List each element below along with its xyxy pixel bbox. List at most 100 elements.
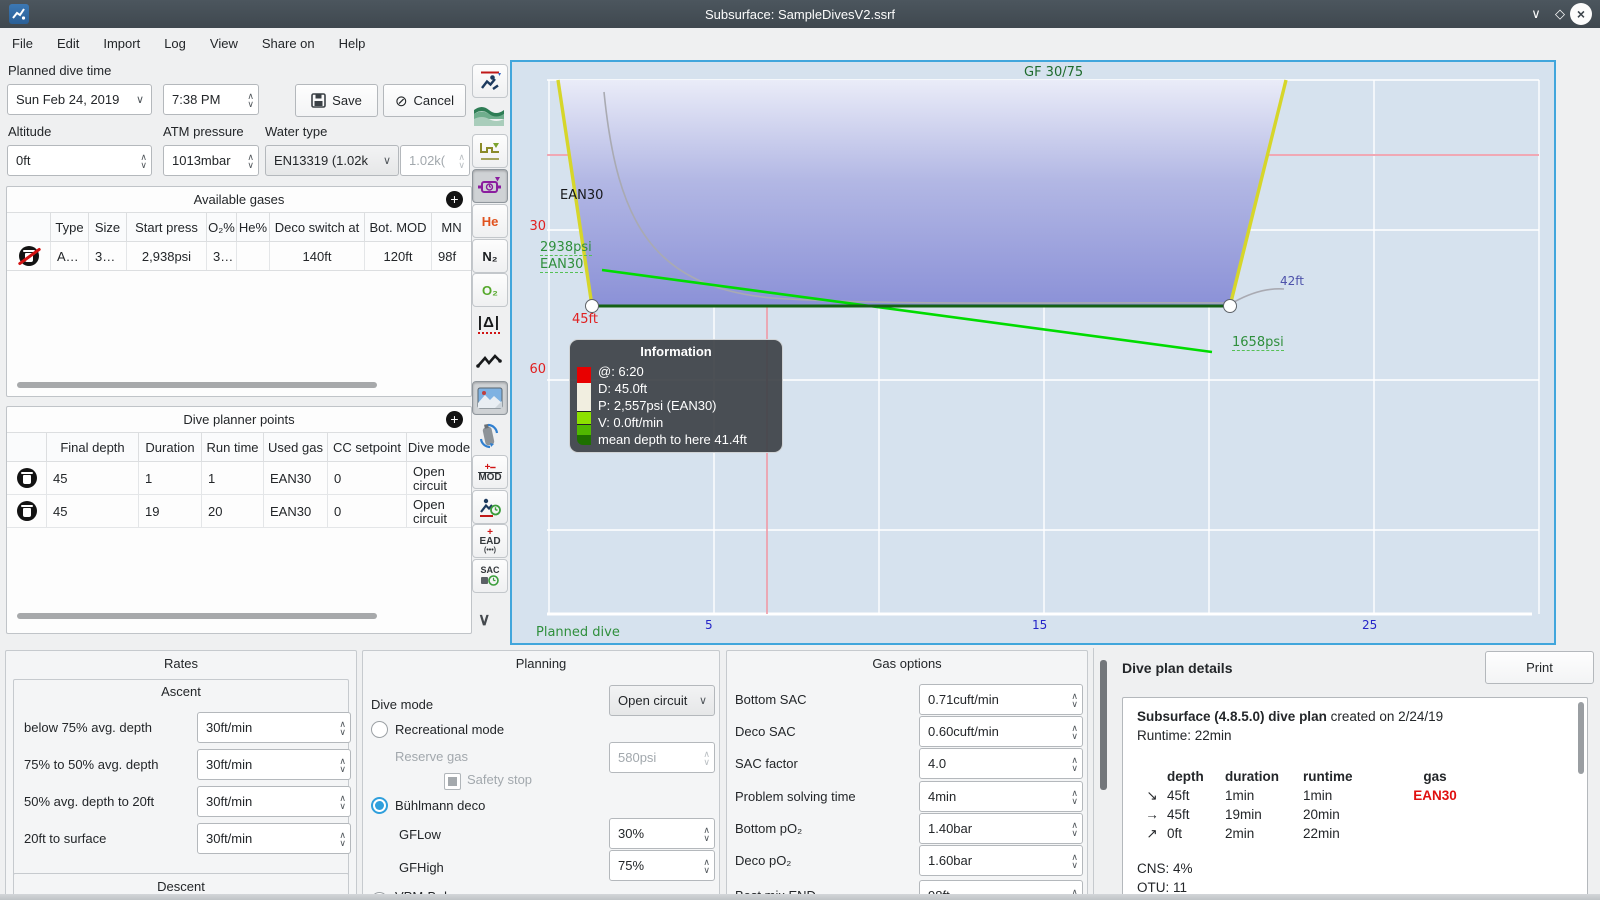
spinner-arrows-icon[interactable]: ∧∨ xyxy=(1071,783,1078,810)
toolbar-heartrate-button[interactable] xyxy=(472,346,506,378)
gases-cell-start-press[interactable]: 2,938psi xyxy=(127,242,207,270)
spinner-arrows-icon[interactable]: ∧∨ xyxy=(339,825,346,852)
dive-plan-notes[interactable]: Subsurface (4.8.5.0) dive plan created o… xyxy=(1122,697,1588,899)
points-table-row[interactable]: 45 1 1 EAN30 0 Open circuit xyxy=(7,461,471,495)
points-header-duration[interactable]: Duration xyxy=(139,433,202,461)
toolbar-setpoint-button[interactable] xyxy=(472,169,508,203)
sac-factor-spinbox[interactable]: 4.0 ∧ ∨ xyxy=(919,748,1083,779)
problem-time-spinbox[interactable]: 4min ∧ ∨ xyxy=(919,781,1083,812)
points-header-used-gas[interactable]: Used gas xyxy=(264,433,328,461)
points-header-cc-setpoint[interactable]: CC setpoint xyxy=(328,433,407,461)
points-row-delete[interactable] xyxy=(7,462,47,494)
toolbar-tts-button[interactable] xyxy=(472,490,508,524)
gases-cell-size[interactable]: 3… xyxy=(89,242,127,270)
toolbar-scroll-down-icon[interactable]: ∨ xyxy=(478,610,490,630)
gases-header-deco-switch[interactable]: Deco switch at xyxy=(270,213,365,241)
menu-import[interactable]: Import xyxy=(91,28,152,58)
rate3-spinbox[interactable]: 30ft/min ∧ ∨ xyxy=(197,786,351,817)
rate1-spinbox[interactable]: 30ft/min ∧ ∨ xyxy=(197,712,351,743)
delete-cylinder-icon[interactable] xyxy=(17,246,41,266)
points-header-run-time[interactable]: Run time xyxy=(202,433,264,461)
buhlmann-deco-radio[interactable] xyxy=(371,797,388,814)
spinner-arrows-icon[interactable]: ∧∨ xyxy=(339,751,346,778)
dive-point-handle[interactable] xyxy=(1223,299,1237,313)
dive-profile-chart[interactable]: GF 30/75 30 60 EAN30 2938psi EAN30 45ft … xyxy=(510,60,1556,645)
close-button[interactable]: × xyxy=(1570,3,1592,25)
toolbar-ead-button[interactable]: + EAD (•••) xyxy=(472,524,508,558)
menu-share-on[interactable]: Share on xyxy=(250,28,327,58)
toolbar-waves-button[interactable] xyxy=(472,99,506,131)
gases-cell-type[interactable]: A… xyxy=(51,242,89,270)
points-cell-final-depth[interactable]: 45 xyxy=(47,462,139,494)
spinner-arrows-icon[interactable]: ∧∨ xyxy=(1071,686,1078,713)
water-type-combobox[interactable]: EN13319 (1.02k ∨ xyxy=(265,145,399,176)
dive-mode-combobox[interactable]: Open circuit ∨ xyxy=(609,685,715,716)
gases-table-row[interactable]: A… 3… 2,938psi 3… 140ft 120ft 98f xyxy=(7,241,471,271)
gases-cell-he[interactable] xyxy=(237,242,270,270)
points-table-row[interactable]: 45 19 20 EAN30 0 Open circuit xyxy=(7,495,471,528)
points-cell-cc-setpoint[interactable]: 0 xyxy=(328,462,407,494)
points-cell-run-time[interactable]: 1 xyxy=(202,462,264,494)
gases-header-he[interactable]: He% xyxy=(237,213,270,241)
title-bar[interactable]: Subsurface: SampleDivesV2.ssrf ∨ ◇ × xyxy=(0,0,1600,28)
gases-header-mnd[interactable]: MN xyxy=(432,213,471,241)
spinner-arrows-icon[interactable]: ∧∨ xyxy=(1071,847,1078,874)
menu-log[interactable]: Log xyxy=(152,28,198,58)
toolbar-photos-button[interactable] xyxy=(472,381,508,415)
points-cell-dive-mode[interactable]: Open circuit xyxy=(407,495,471,528)
toolbar-gaschange-button[interactable] xyxy=(472,420,506,452)
rate4-spinbox[interactable]: 30ft/min ∧ ∨ xyxy=(197,823,351,854)
menu-help[interactable]: Help xyxy=(327,28,378,58)
cancel-button[interactable]: ⊘ Cancel xyxy=(383,84,466,117)
print-button[interactable]: Print xyxy=(1485,651,1594,684)
add-dive-point-button[interactable]: + xyxy=(446,411,463,428)
gases-row-delete[interactable] xyxy=(7,242,51,270)
gases-cell-deco-switch[interactable]: 140ft xyxy=(270,242,365,270)
toolbar-o2-button[interactable]: O₂ xyxy=(472,273,508,307)
points-header-dive-mode[interactable]: Dive mode xyxy=(407,433,471,461)
gases-cell-o2[interactable]: 3… xyxy=(207,242,237,270)
dive-point-handle[interactable] xyxy=(585,299,599,313)
spinner-arrows-icon[interactable]: ∧∨ xyxy=(339,714,346,741)
delete-point-icon[interactable] xyxy=(16,501,37,521)
spinner-arrows-icon[interactable]: ∧∨ xyxy=(1071,750,1078,777)
gases-cell-bot-mod[interactable]: 120ft xyxy=(365,242,432,270)
deco-sac-spinbox[interactable]: 0.60cuft/min ∧ ∨ xyxy=(919,716,1083,747)
recreational-mode-radio[interactable] xyxy=(371,721,388,738)
menu-edit[interactable]: Edit xyxy=(45,28,91,58)
spinner-arrows-icon[interactable]: ∧∨ xyxy=(703,820,710,847)
points-cell-duration[interactable]: 19 xyxy=(139,495,202,527)
toolbar-tissues-button[interactable]: |Δ| xyxy=(472,308,506,340)
spinner-arrows-icon[interactable]: ∧∨ xyxy=(1071,718,1078,745)
gases-header-bot-mod[interactable]: Bot. MOD xyxy=(365,213,432,241)
toolbar-profile-button[interactable] xyxy=(472,64,508,98)
toolbar-ceiling-button[interactable] xyxy=(472,134,508,168)
gflow-spinbox[interactable]: 30% ∧ ∨ xyxy=(609,818,715,849)
dive-date-combobox[interactable]: Sun Feb 24, 2019 ∨ xyxy=(7,84,152,115)
menu-file[interactable]: File xyxy=(0,28,45,58)
points-cell-used-gas[interactable]: EAN30 xyxy=(264,462,328,494)
spinner-arrows-icon[interactable]: ∧∨ xyxy=(140,147,147,174)
save-button[interactable]: Save xyxy=(295,84,378,117)
points-row-delete[interactable] xyxy=(7,495,47,527)
minimize-button[interactable]: ∨ xyxy=(1524,0,1548,28)
spinner-arrows-icon[interactable]: ∧∨ xyxy=(247,147,254,174)
altitude-spinbox[interactable]: 0ft ∧ ∨ xyxy=(7,145,152,176)
points-horizontal-scrollbar[interactable] xyxy=(17,613,377,619)
spinner-arrows-icon[interactable]: ∧∨ xyxy=(703,852,710,879)
gases-cell-mnd[interactable]: 98f xyxy=(432,242,471,270)
deco-po2-spinbox[interactable]: 1.60bar ∧ ∨ xyxy=(919,845,1083,876)
toolbar-mod-button[interactable]: +⎯ MOD xyxy=(472,455,508,489)
spinner-arrows-icon[interactable]: ∧∨ xyxy=(247,86,254,113)
menu-view[interactable]: View xyxy=(198,28,250,58)
points-cell-final-depth[interactable]: 45 xyxy=(47,495,139,527)
bottom-sac-spinbox[interactable]: 0.71cuft/min ∧ ∨ xyxy=(919,684,1083,715)
gases-header-size[interactable]: Size xyxy=(89,213,127,241)
maximize-button[interactable]: ◇ xyxy=(1548,0,1572,28)
spinner-arrows-icon[interactable]: ∧∨ xyxy=(1071,815,1078,842)
points-cell-run-time[interactable]: 20 xyxy=(202,495,264,527)
gases-header-start-press[interactable]: Start press xyxy=(127,213,207,241)
toolbar-he-button[interactable]: He xyxy=(472,204,508,238)
gfhigh-spinbox[interactable]: 75% ∧ ∨ xyxy=(609,850,715,881)
points-cell-dive-mode[interactable]: Open circuit xyxy=(407,462,471,495)
